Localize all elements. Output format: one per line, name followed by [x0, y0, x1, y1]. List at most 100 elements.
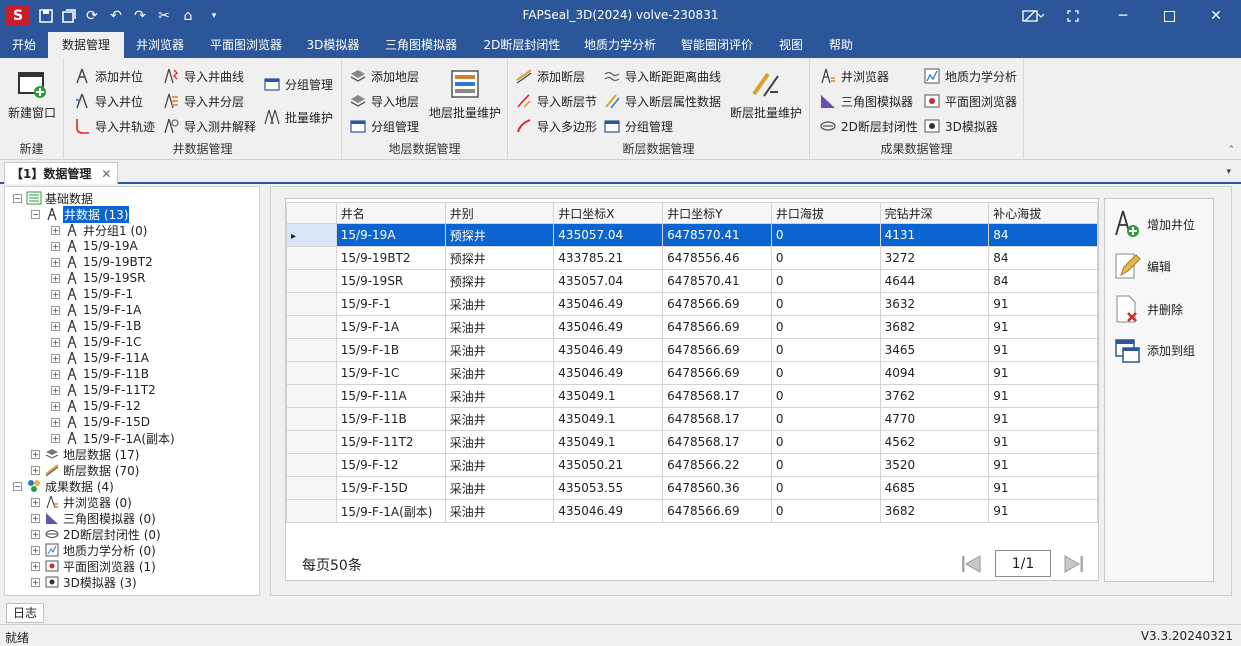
table-cell[interactable]: 91: [988, 476, 1098, 500]
table-cell[interactable]: 6478566.69: [662, 499, 772, 523]
tree-node-well-item[interactable]: +15/9-F-1C: [51, 334, 142, 350]
close-tab-icon[interactable]: ✕: [101, 167, 111, 181]
table-cell[interactable]: 15/9-19A: [335, 223, 446, 247]
expand-icon[interactable]: +: [51, 369, 60, 379]
tab-2d-fault-seal[interactable]: 2D断层封闭性: [472, 32, 572, 58]
layer-batch-button[interactable]: 地层批量维护: [426, 68, 504, 121]
table-cell[interactable]: 15/9-F-12: [335, 453, 446, 477]
table-cell[interactable]: 6478556.46: [662, 246, 772, 270]
fullscreen-icon[interactable]: [1050, 0, 1096, 32]
tree-node-well-item[interactable]: +15/9-19SR: [51, 270, 146, 286]
table-cell[interactable]: 采油井: [444, 407, 555, 431]
row-header[interactable]: [286, 407, 337, 431]
table-cell[interactable]: 6478566.22: [662, 453, 772, 477]
table-cell[interactable]: 0: [770, 246, 881, 270]
table-row[interactable]: 15/9-F-11T2 采油井 435049.1 6478568.17 0 4562 91: [286, 430, 1098, 454]
row-header[interactable]: [286, 246, 337, 270]
row-header[interactable]: [286, 384, 337, 408]
page-indicator[interactable]: 1/1: [995, 550, 1051, 577]
table-row[interactable]: 15/9-F-11B 采油井 435049.1 6478568.17 0 4770 91: [286, 407, 1098, 431]
table-cell[interactable]: 15/9-F-1A: [335, 315, 446, 339]
table-cell[interactable]: 435046.49: [553, 292, 664, 316]
expand-icon[interactable]: +: [51, 225, 60, 235]
row-header[interactable]: [286, 338, 337, 362]
table-cell[interactable]: 4131: [879, 223, 990, 247]
table-cell[interactable]: 435046.49: [553, 338, 664, 362]
table-row[interactable]: 15/9-F-1 采油井 435046.49 6478566.69 0 3632 91: [286, 292, 1098, 316]
column-header[interactable]: 井口坐标X: [553, 202, 664, 224]
table-cell[interactable]: 0: [770, 407, 881, 431]
table-cell[interactable]: 15/9-F-1: [335, 292, 446, 316]
table-row[interactable]: 15/9-19SR 预探井 435057.04 6478570.41 0 4644 84: [286, 269, 1098, 293]
import-track-button[interactable]: 导入井轨迹: [74, 115, 155, 137]
close-icon[interactable]: ✕: [1193, 0, 1239, 32]
table-cell[interactable]: 采油井: [444, 384, 555, 408]
table-cell[interactable]: 6478570.41: [662, 269, 772, 293]
table-cell[interactable]: 采油井: [444, 499, 555, 523]
result-plan-button[interactable]: 平面图浏览器: [924, 90, 1017, 112]
table-cell[interactable]: 15/9-F-11T2: [335, 430, 446, 454]
table-cell[interactable]: 采油井: [444, 476, 555, 500]
tree-node-result-item[interactable]: + 地质力学分析 (0): [31, 542, 156, 558]
fault-batch-button[interactable]: 断层批量维护: [726, 68, 806, 121]
tab-data-management[interactable]: 数据管理: [48, 32, 124, 58]
table-cell[interactable]: 15/9-19SR: [335, 269, 446, 293]
table-cell[interactable]: 6478568.17: [662, 430, 772, 454]
expand-icon[interactable]: +: [31, 545, 40, 555]
expand-icon[interactable]: +: [51, 289, 60, 299]
expand-icon[interactable]: +: [31, 561, 40, 571]
expand-icon[interactable]: +: [51, 321, 60, 331]
column-header[interactable]: 井口坐标Y: [662, 202, 772, 224]
tree-node-base-data[interactable]: − 基础数据: [13, 190, 93, 206]
add-fault-button[interactable]: 添加断层: [516, 65, 585, 87]
table-cell[interactable]: 435049.1: [553, 407, 664, 431]
layer-group-manage-button[interactable]: 分组管理: [350, 115, 419, 137]
tree-node-results[interactable]: − 成果数据 (4): [13, 478, 114, 494]
expand-icon[interactable]: +: [51, 433, 60, 443]
table-cell[interactable]: 预探井: [444, 223, 555, 247]
table-cell[interactable]: 84: [988, 246, 1098, 270]
result-3d-button[interactable]: 3D模拟器: [924, 115, 998, 137]
table-cell[interactable]: 3762: [879, 384, 990, 408]
tab-geomechanics[interactable]: 地质力学分析: [572, 32, 668, 58]
table-cell[interactable]: 91: [988, 315, 1098, 339]
table-cell[interactable]: 433785.21: [553, 246, 664, 270]
table-cell[interactable]: 预探井: [444, 269, 555, 293]
collapse-icon[interactable]: −: [13, 481, 22, 491]
import-distance-curve-button[interactable]: 导入断距距离曲线: [604, 65, 721, 87]
import-fault-attr-button[interactable]: 导入断层属性数据: [604, 90, 721, 112]
table-cell[interactable]: 435049.1: [553, 384, 664, 408]
table-cell[interactable]: 435046.49: [553, 315, 664, 339]
table-cell[interactable]: 435046.49: [553, 499, 664, 523]
fault-group-manage-button[interactable]: 分组管理: [604, 115, 673, 137]
tree-node-well-item[interactable]: +15/9-F-11B: [51, 366, 149, 382]
edit-action-button[interactable]: 编辑: [1113, 249, 1171, 283]
tab-view[interactable]: 视图: [766, 32, 816, 58]
result-geomech-button[interactable]: 地质力学分析: [924, 65, 1017, 87]
expand-icon[interactable]: +: [51, 273, 60, 283]
table-cell[interactable]: 0: [770, 315, 881, 339]
tree-node-result-item[interactable]: +2D断层封闭性 (0): [31, 526, 161, 542]
table-cell[interactable]: 15/9-F-1B: [335, 338, 446, 362]
table-cell[interactable]: 91: [988, 407, 1098, 431]
expand-icon[interactable]: +: [51, 257, 60, 267]
row-header[interactable]: [286, 499, 337, 523]
table-cell[interactable]: 0: [770, 384, 881, 408]
table-cell[interactable]: 15/9-F-15D: [335, 476, 446, 500]
expand-icon[interactable]: +: [31, 577, 40, 587]
add-to-group-button[interactable]: 添加到组: [1113, 333, 1195, 367]
collapse-ribbon-icon[interactable]: ⌃: [1227, 145, 1235, 155]
table-cell[interactable]: 6478566.69: [662, 315, 772, 339]
table-cell[interactable]: 3682: [879, 499, 990, 523]
import-well-button[interactable]: 导入井位: [74, 90, 143, 112]
tree-node-well-item[interactable]: +15/9-F-1B: [51, 318, 141, 334]
expand-icon[interactable]: +: [51, 241, 60, 251]
table-cell[interactable]: 4094: [879, 361, 990, 385]
expand-icon[interactable]: +: [51, 305, 60, 315]
table-cell[interactable]: 84: [988, 223, 1098, 247]
row-header[interactable]: [286, 453, 337, 477]
row-header[interactable]: [286, 361, 337, 385]
table-cell[interactable]: 3465: [879, 338, 990, 362]
table-row[interactable]: 15/9-F-1C 采油井 435046.49 6478566.69 0 4094 91: [286, 361, 1098, 385]
column-header[interactable]: 井名: [335, 202, 446, 224]
